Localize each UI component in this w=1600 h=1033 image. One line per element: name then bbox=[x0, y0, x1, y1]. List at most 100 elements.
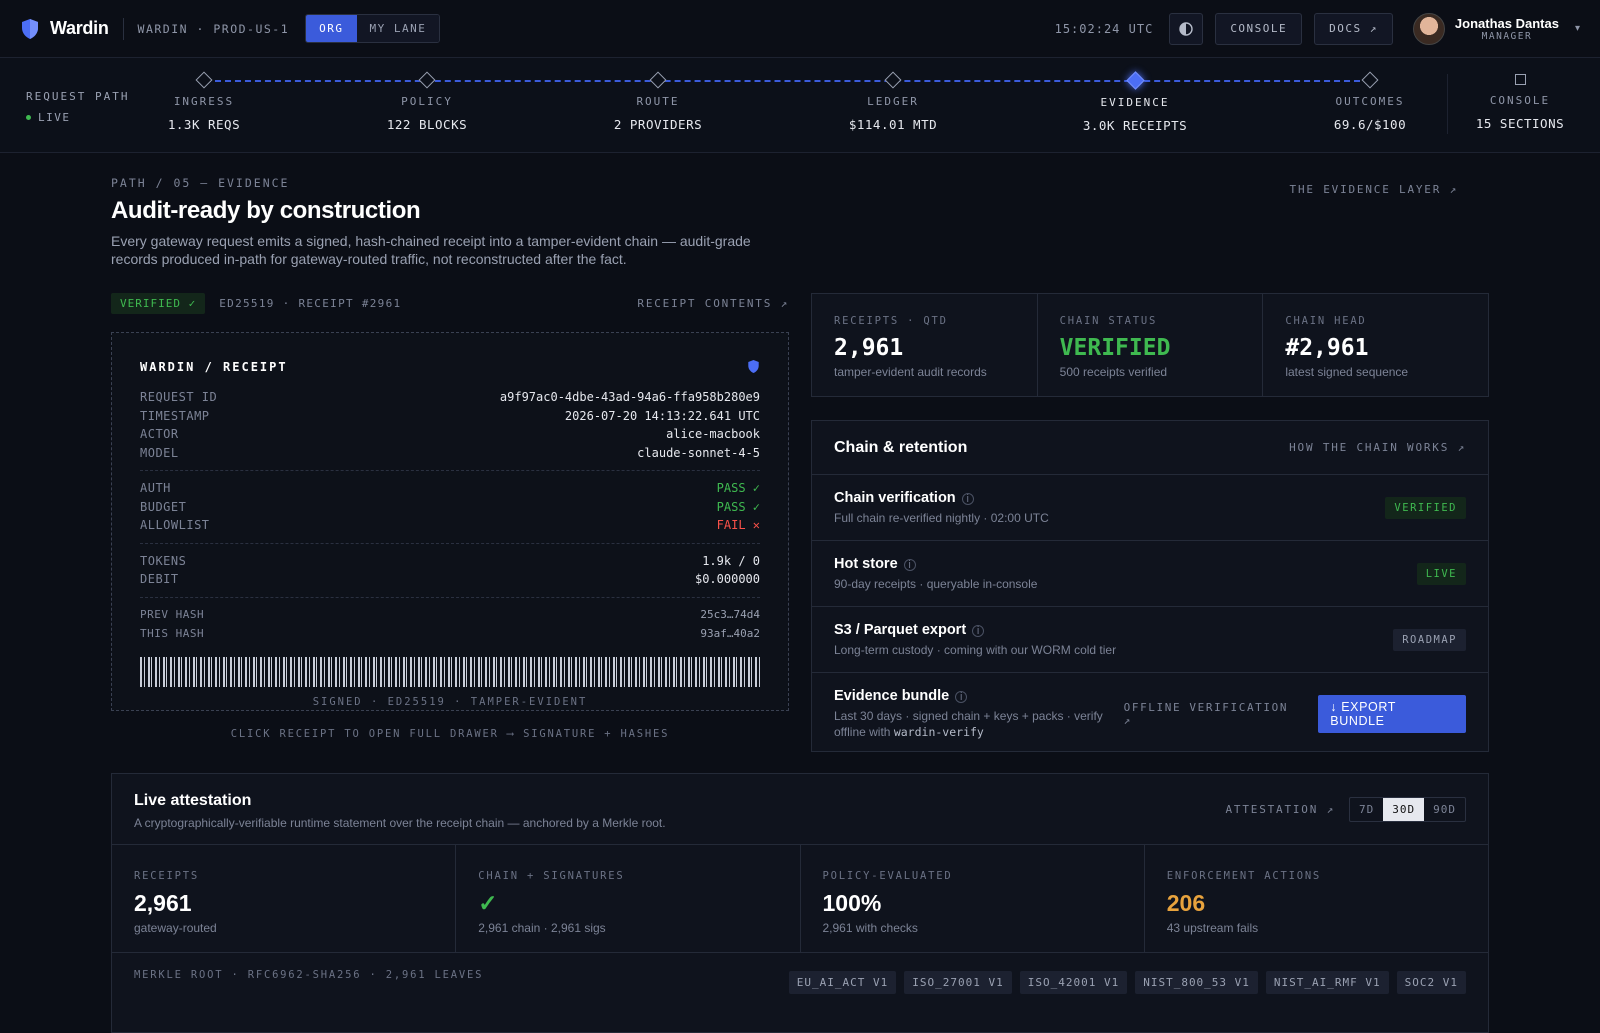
framework-tag[interactable]: EU_AI_ACT V1 bbox=[788, 970, 897, 994]
stage-node-icon bbox=[195, 71, 213, 89]
receipt-card[interactable]: WARDIN / RECEIPT REQUEST ID a9f97ac0-4dbe… bbox=[111, 332, 789, 711]
framework-tag[interactable]: NIST_AI_RMF V1 bbox=[1265, 970, 1389, 994]
divider bbox=[140, 542, 760, 544]
receipt-title: WARDIN / RECEIPT bbox=[140, 359, 288, 374]
stage-route[interactable]: ROUTE 2 PROVIDERS bbox=[578, 71, 738, 132]
status-badge: LIVE bbox=[1416, 562, 1466, 585]
framework-tag[interactable]: SOC2 V1 bbox=[1396, 970, 1466, 994]
docs-button[interactable]: DOCS ↗ bbox=[1314, 12, 1393, 45]
stage-node-icon bbox=[1361, 71, 1379, 89]
chain-row-hot-store: Hot store i 90-day receipts · queryable in… bbox=[812, 541, 1488, 607]
user-menu[interactable]: Jonathas Dantas MANAGER ▾ bbox=[1412, 12, 1580, 45]
scope-toggle: ORG MY LANE bbox=[305, 14, 441, 43]
framework-tag[interactable]: NIST_800_53 V1 bbox=[1135, 970, 1258, 994]
framework-tag[interactable]: ISO_42001 V1 bbox=[1019, 970, 1128, 994]
scope-tab-my-lane[interactable]: MY LANE bbox=[356, 15, 440, 42]
stage-value: $114.01 MTD bbox=[848, 117, 938, 132]
receipt-row-tokens: TOKENS 1.9k / 0 bbox=[140, 553, 760, 568]
stage-evidence[interactable]: EVIDENCE 3.0K RECEIPTS bbox=[1055, 71, 1215, 133]
divider bbox=[140, 470, 760, 471]
range-30d[interactable]: 30D bbox=[1383, 798, 1425, 821]
stage-value: 3.0K RECEIPTS bbox=[1082, 118, 1188, 133]
chain-row-verification: Chain verification i Full chain re-verifie… bbox=[812, 475, 1488, 541]
stage-value: 2 PROVIDERS bbox=[613, 117, 703, 132]
request-path-bar: REQUEST PATH LIVE INGRESS 1.3K REQS POLIC… bbox=[0, 58, 1600, 153]
user-name: Jonathas Dantas bbox=[1454, 15, 1559, 31]
divider bbox=[140, 596, 760, 598]
framework-tag[interactable]: ISO_27001 V1 bbox=[904, 970, 1012, 994]
info-icon[interactable]: i bbox=[955, 691, 968, 703]
info-icon[interactable]: i bbox=[903, 558, 916, 571]
environment-label: WARDIN · PROD-US-1 bbox=[137, 21, 290, 36]
receipt-check-auth: AUTH PASS ✓ bbox=[140, 481, 760, 496]
shield-icon bbox=[748, 360, 759, 373]
stage-outcomes[interactable]: OUTCOMES 69.6/$100 bbox=[1290, 71, 1450, 132]
framework-tags: EU_AI_ACT V1 ISO_27001 V1 ISO_42001 V1 N… bbox=[788, 970, 1466, 994]
chain-stats: RECEIPTS · QTD 2,961 tamper-evident audi… bbox=[811, 293, 1489, 397]
stage-name: CONSOLE bbox=[1489, 94, 1551, 107]
brand-logo[interactable]: Wardin bbox=[20, 18, 109, 40]
info-icon[interactable]: i bbox=[972, 624, 985, 637]
stage-ledger[interactable]: LEDGER $114.01 MTD bbox=[813, 71, 973, 132]
verified-badge: VERIFIED ✓ bbox=[111, 293, 206, 314]
chevron-down-icon: ▾ bbox=[1574, 23, 1580, 34]
stage-node-icon bbox=[418, 71, 436, 89]
page-title: Audit-ready by construction bbox=[111, 197, 421, 224]
stage-value: 1.3K REQS bbox=[167, 117, 241, 132]
stage-policy[interactable]: POLICY 122 BLOCKS bbox=[347, 71, 507, 132]
stage-name: LEDGER bbox=[867, 95, 919, 108]
attest-stat-policy-evaluated: POLICY-EVALUATED 100% 2,961 with checks bbox=[801, 845, 1145, 952]
receipt-meta: ED25519 · RECEIPT #2961 bbox=[219, 297, 402, 310]
stage-name: OUTCOMES bbox=[1335, 95, 1405, 108]
chain-row-s3-export: S3 / Parquet export i Long-term custody · … bbox=[812, 607, 1488, 673]
stat-chain-status: CHAIN STATUS VERIFIED 500 receipts verif… bbox=[1038, 294, 1264, 396]
receipt-row-actor: ACTOR alice-macbook bbox=[140, 427, 760, 442]
receipt-row-timestamp: TIMESTAMP 2026-07-20 14:13:22.641 UTC bbox=[140, 408, 760, 423]
scope-tab-org[interactable]: ORG bbox=[306, 15, 357, 42]
attestation-link[interactable]: ATTESTATION ↗ bbox=[1226, 803, 1336, 816]
evidence-layer-link[interactable]: THE EVIDENCE LAYER ↗ bbox=[1290, 183, 1458, 196]
info-icon[interactable]: i bbox=[961, 492, 974, 505]
avatar bbox=[1412, 12, 1445, 45]
stage-value: 15 SECTIONS bbox=[1475, 116, 1565, 131]
top-bar: Wardin WARDIN · PROD-US-1 ORG MY LANE 15… bbox=[0, 0, 1600, 58]
check-icon: ✓ bbox=[478, 890, 498, 916]
receipt-check-budget: BUDGET PASS ✓ bbox=[140, 499, 760, 514]
shield-logo-icon bbox=[22, 18, 38, 39]
chain-retention-panel: Chain & retention HOW THE CHAIN WORKS ↗ … bbox=[811, 420, 1489, 752]
brand-name: Wardin bbox=[50, 18, 109, 38]
stage-console[interactable]: CONSOLE 15 SECTIONS bbox=[1440, 72, 1600, 131]
divider bbox=[122, 17, 124, 40]
attest-stat-enforcement: ENFORCEMENT ACTIONS 206 43 upstream fails bbox=[1166, 870, 1322, 935]
stage-name: ROUTE bbox=[636, 95, 680, 108]
how-chain-works-link[interactable]: HOW THE CHAIN WORKS ↗ bbox=[1289, 441, 1466, 454]
receipt-contents-link[interactable]: RECEIPT CONTENTS ↗ bbox=[637, 297, 789, 310]
console-button[interactable]: CONSOLE bbox=[1215, 12, 1303, 45]
receipt-row-request-id: REQUEST ID a9f97ac0-4dbe-43ad-94a6-ffa958… bbox=[140, 390, 760, 405]
range-90d[interactable]: 90D bbox=[1424, 798, 1465, 821]
range-7d[interactable]: 7D bbox=[1350, 798, 1383, 821]
theme-toggle-button[interactable] bbox=[1169, 12, 1204, 45]
receipt-hint: CLICK RECEIPT TO OPEN FULL DRAWER ⟶ SIGN… bbox=[230, 728, 670, 740]
offline-verification-link[interactable]: OFFLINE VERIFICATION ↗ bbox=[1124, 701, 1305, 727]
stage-name: POLICY bbox=[401, 95, 453, 108]
stage-ingress[interactable]: INGRESS 1.3K REQS bbox=[124, 71, 284, 132]
range-selector: 7D 30D 90D bbox=[1349, 797, 1466, 822]
receipt-row-model: MODEL claude-sonnet-4-5 bbox=[140, 445, 760, 460]
user-role: MANAGER bbox=[1481, 30, 1533, 42]
stage-name: EVIDENCE bbox=[1100, 96, 1170, 109]
export-bundle-button[interactable]: ↓ EXPORT BUNDLE bbox=[1318, 695, 1466, 733]
stage-node-icon bbox=[649, 71, 667, 89]
live-label: LIVE bbox=[38, 111, 71, 124]
stat-receipts-qtd: RECEIPTS · QTD 2,961 tamper-evident audi… bbox=[812, 294, 1038, 396]
status-badge: ROADMAP bbox=[1393, 628, 1466, 651]
utc-clock: 15:02:24 UTC bbox=[1054, 21, 1154, 36]
contrast-icon bbox=[1179, 21, 1194, 36]
live-indicator: LIVE bbox=[26, 111, 129, 124]
signed-caption: SIGNED · ED25519 · TAMPER-EVIDENT bbox=[312, 695, 588, 708]
receipt-header: VERIFIED ✓ ED25519 · RECEIPT #2961 RECEI… bbox=[111, 293, 789, 314]
page-subtitle: Every gateway request emits a signed, ha… bbox=[111, 233, 751, 267]
live-dot-icon bbox=[26, 115, 31, 120]
panel-title: Chain & retention bbox=[834, 438, 968, 456]
stage-value: 69.6/$100 bbox=[1333, 117, 1407, 132]
